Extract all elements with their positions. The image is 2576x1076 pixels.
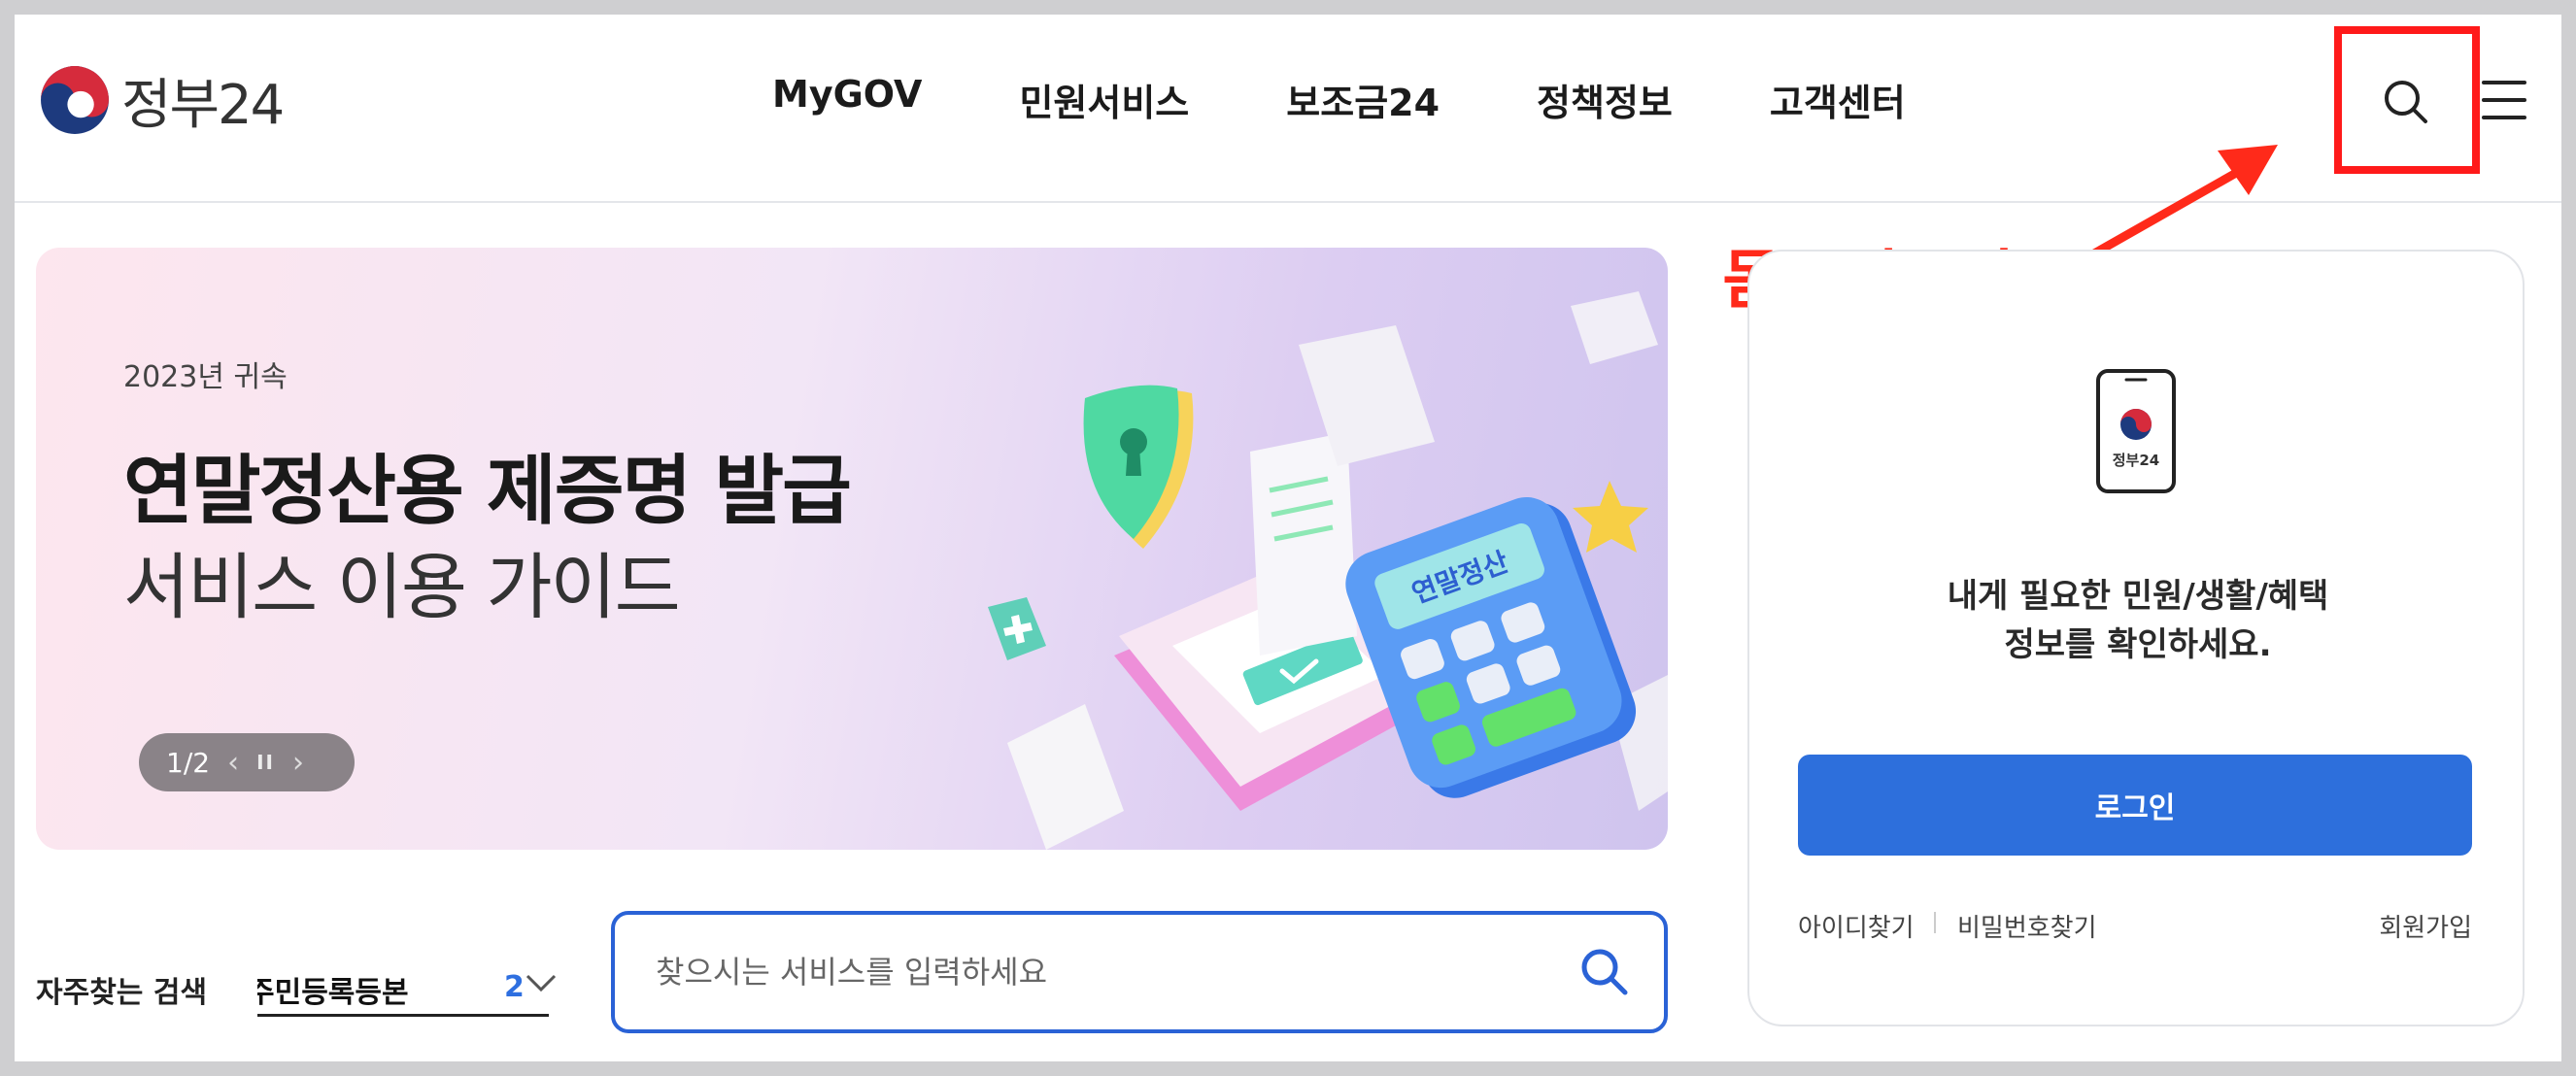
login-button[interactable]: 로그인 [1798, 755, 2472, 856]
login-card: 정부24 내게 필요한 민원/생활/혜택 정보를 확인하세요. 로그인 아이디찾… [1747, 250, 2525, 1026]
pause-icon[interactable]: II [256, 751, 275, 774]
menu-line [2482, 81, 2526, 84]
nav-item-policy-info[interactable]: 정책정보 [1537, 73, 1673, 126]
promo-banner[interactable]: 2023년 귀속 연말정산용 제증명 발급 서비스 이용 가이드 1/2 ‹ I… [36, 248, 1668, 850]
calculator-illustration: 연말정산 [988, 291, 1668, 850]
message-line-2: 정보를 확인하세요. [2004, 625, 2272, 664]
search-submit-icon[interactable] [1576, 944, 1631, 998]
link-divider [1934, 912, 1936, 933]
annotation-highlight-box [2334, 26, 2480, 174]
frequent-keyword-text: 주민등록등본 [257, 976, 409, 1010]
service-search-input[interactable] [654, 942, 1532, 1002]
banner-pager: 1/2 ‹ II › [139, 733, 355, 791]
nav-item-subsidy24[interactable]: 보조금24 [1286, 73, 1440, 126]
hamburger-menu-icon[interactable] [2482, 81, 2526, 119]
signup-link[interactable]: 회원가입 [2379, 908, 2472, 944]
login-card-message: 내게 필요한 민원/생활/혜택 정보를 확인하세요. [1749, 572, 2526, 669]
logo-text: 정부24 [121, 73, 285, 137]
frequent-search-label: 자주찾는 검색 [36, 976, 208, 1010]
main-nav: MyGOV 민원서비스 보조금24 정책정보 고객센터 [772, 73, 2003, 126]
browser-viewport: 정부24 MyGOV 민원서비스 보조금24 정책정보 고객센터 돋보기모양 클… [15, 15, 2561, 1061]
nav-item-civil-services[interactable]: 민원서비스 [1019, 73, 1189, 126]
pager-count: 1/2 [166, 746, 211, 779]
message-line-1: 내게 필요한 민원/생활/혜택 [1947, 577, 2329, 616]
chevron-down-icon[interactable] [524, 968, 559, 997]
banner-subtitle: 서비스 이용 가이드 [123, 546, 681, 629]
site-header: 정부24 MyGOV 민원서비스 보조금24 정책정보 고객센터 [15, 15, 2561, 203]
prev-arrow-icon[interactable]: ‹ [227, 746, 239, 780]
find-id-link[interactable]: 아이디찾기 [1798, 908, 1915, 944]
nav-item-customer-center[interactable]: 고객센터 [1770, 73, 1906, 126]
site-logo[interactable]: 정부24 [38, 59, 285, 141]
taegeuk-emblem-icon [41, 66, 109, 134]
nav-item-mygov[interactable]: MyGOV [772, 73, 922, 126]
find-password-link[interactable]: 비밀번호찾기 [1957, 908, 2097, 944]
phone-app-label: 정부24 [2113, 452, 2159, 469]
next-arrow-icon[interactable]: › [292, 746, 304, 780]
menu-line [2482, 116, 2526, 119]
service-search-box [611, 911, 1668, 1033]
mobile-phone-icon: 정부24 [2096, 369, 2176, 493]
frequent-search-rank: 2 [504, 970, 525, 1004]
menu-line [2482, 98, 2526, 102]
banner-year: 2023년 귀속 [123, 360, 288, 394]
banner-title: 연말정산용 제증명 발급 [123, 448, 852, 535]
